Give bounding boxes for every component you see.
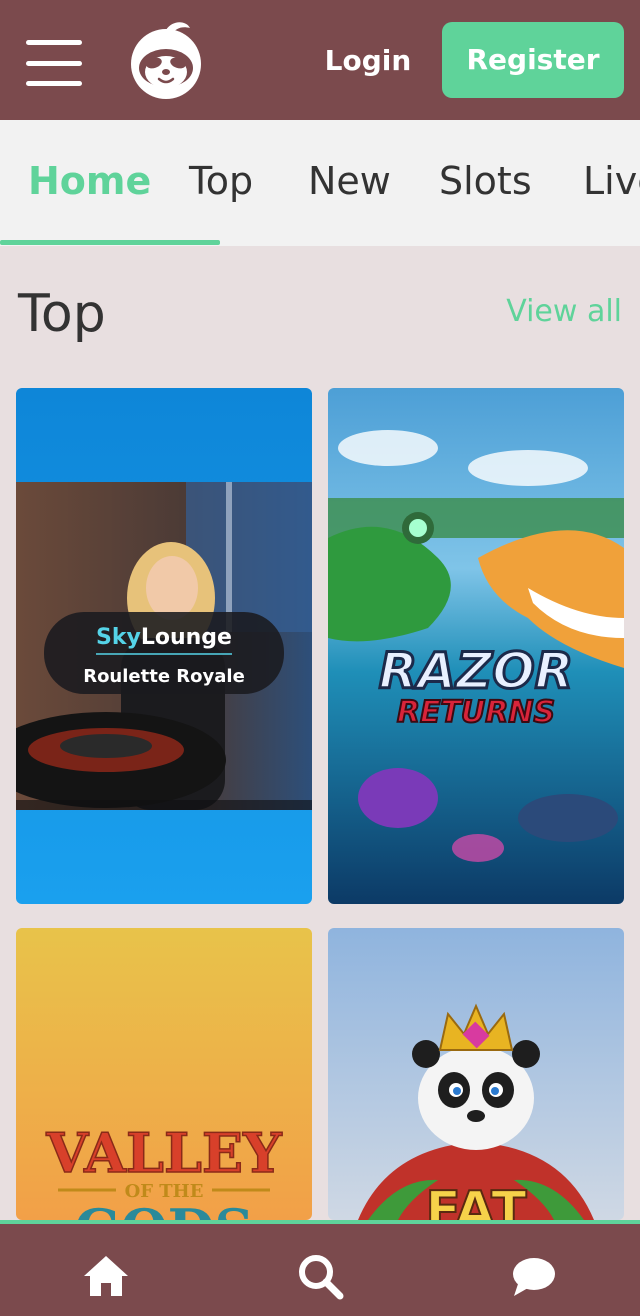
game-title: Roulette Royale (83, 666, 245, 687)
game-thumbnail: FAT (328, 928, 624, 1220)
game-card-fat-panda[interactable]: FAT (328, 928, 624, 1220)
game-title-line1: VALLEY (45, 1121, 283, 1185)
game-brand-prefix: Sky (96, 625, 141, 650)
section-title: Top (18, 284, 106, 344)
chat-icon[interactable] (508, 1250, 560, 1302)
game-card-razor-returns[interactable]: RAZOR RETURNS (328, 388, 624, 904)
register-button[interactable]: Register (442, 22, 624, 98)
category-tabs: Home Top New Slots Live (0, 120, 640, 246)
tab-slots[interactable]: Slots (439, 156, 532, 206)
game-title-line1: RAZOR (379, 642, 573, 700)
tab-top[interactable]: Top (189, 156, 253, 206)
login-button[interactable]: Login (318, 40, 418, 82)
search-icon[interactable] (294, 1250, 346, 1302)
tab-new[interactable]: New (308, 156, 391, 206)
tab-live[interactable]: Live (583, 156, 640, 206)
game-title-line3: GODS (75, 1197, 254, 1220)
game-thumbnail: SkyLounge Roulette Royale (16, 388, 312, 904)
view-all-link[interactable]: View all (506, 294, 622, 329)
sloth-logo-icon[interactable] (126, 18, 206, 102)
game-brand-suffix: Lounge (141, 625, 232, 650)
active-tab-indicator (0, 240, 220, 245)
bottom-navigation (0, 1220, 640, 1316)
game-card-roulette-royale[interactable]: SkyLounge Roulette Royale (16, 388, 312, 904)
home-icon[interactable] (80, 1250, 132, 1302)
game-thumbnail: VALLEY OF THE GODS (16, 928, 312, 1220)
svg-text:SkyLounge: SkyLounge (96, 625, 232, 650)
tab-home[interactable]: Home (28, 156, 151, 206)
game-thumbnail: RAZOR RETURNS (328, 388, 624, 904)
game-card-valley-of-the-gods[interactable]: VALLEY OF THE GODS (16, 928, 312, 1220)
hamburger-menu-icon[interactable] (26, 40, 82, 86)
top-header: Login Register (0, 0, 640, 120)
game-title-line2: RETURNS (397, 695, 555, 730)
game-title-line1: FAT (425, 1181, 527, 1220)
